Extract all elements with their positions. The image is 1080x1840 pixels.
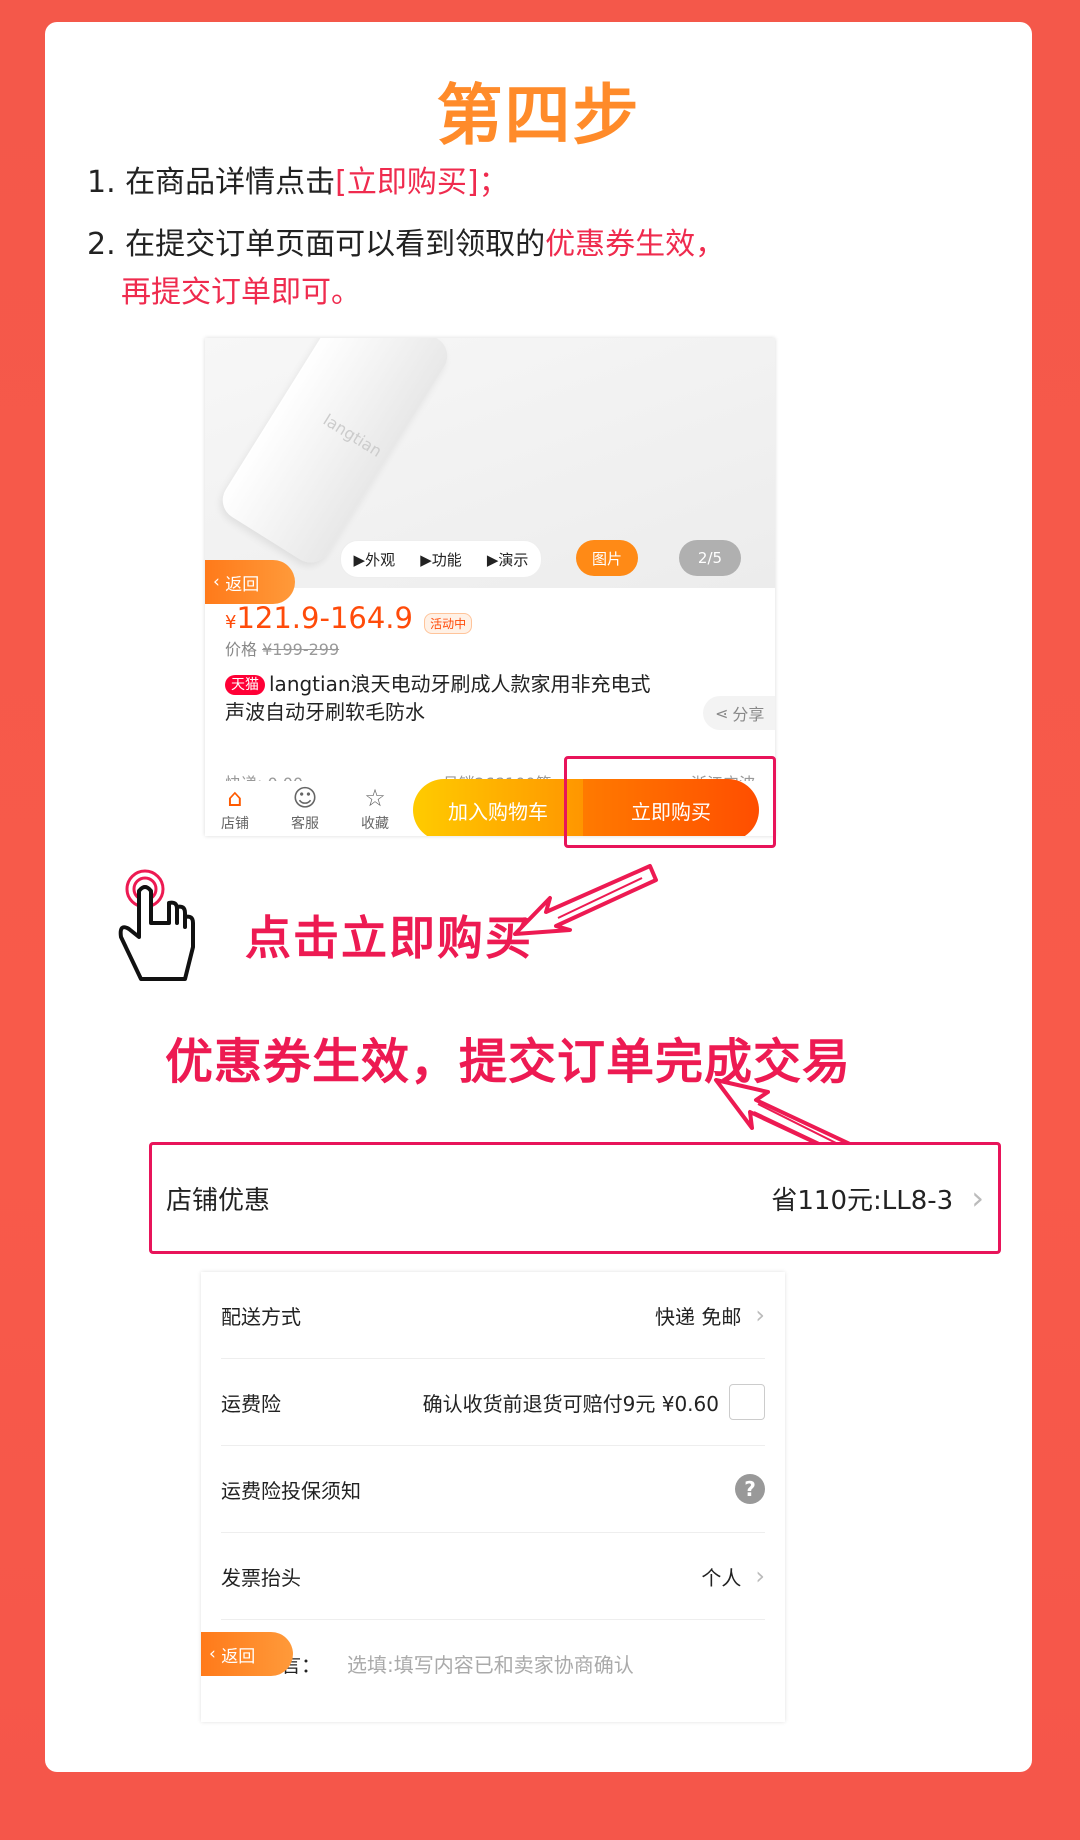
image-counter: 2/5 bbox=[679, 540, 741, 576]
original-price: 价格 ¥199-299 bbox=[225, 636, 339, 660]
favorite-button[interactable]: ☆ 收藏 bbox=[350, 783, 400, 833]
order-page-screenshot: 配送方式 快递 免邮 › 运费险 确认收货前退货可赔付9元 ¥0.60 运费险投保… bbox=[201, 1272, 785, 1722]
chevron-right-icon: › bbox=[755, 1562, 765, 1590]
currency-symbol: ¥ bbox=[225, 612, 237, 633]
instruction-line-3: 再提交订单即可。 bbox=[121, 275, 361, 310]
question-icon[interactable]: ? bbox=[735, 1474, 765, 1504]
instruction-text: 1. 在商品详情点击 bbox=[87, 165, 336, 200]
price-value: 121.9-164.9 bbox=[236, 601, 413, 635]
add-to-cart-button[interactable]: 加入购物车 bbox=[413, 779, 583, 836]
store-icon: ⌂ bbox=[227, 784, 243, 812]
row-label: 运费险投保须知 bbox=[221, 1478, 361, 1503]
delivery-method-row[interactable]: 配送方式 快递 免邮 › bbox=[221, 1272, 765, 1359]
tab-appearance[interactable]: ▶外观 bbox=[354, 549, 396, 570]
customer-service-button[interactable]: ☺ 客服 bbox=[280, 783, 330, 833]
instruction-line-1: 1. 在商品详情点击[立即购买]； bbox=[87, 160, 509, 206]
back-label: 返回 bbox=[225, 574, 260, 595]
back-button[interactable]: ‹ 返回 bbox=[201, 1632, 293, 1676]
activity-badge: 活动中 bbox=[424, 613, 473, 634]
insurance-checkbox[interactable] bbox=[729, 1384, 765, 1420]
click-buy-callout: 点击立即购买 bbox=[245, 911, 533, 965]
shipping-insurance-row: 运费险 确认收货前退货可赔付9元 ¥0.60 bbox=[221, 1359, 765, 1446]
favorite-label: 收藏 bbox=[361, 816, 389, 832]
back-button[interactable]: ‹ 返回 bbox=[205, 560, 295, 604]
share-icon: ⋖ bbox=[715, 703, 729, 723]
toothbrush-image bbox=[215, 338, 455, 571]
tab-demo[interactable]: ▶演示 bbox=[487, 549, 529, 570]
back-label: 返回 bbox=[221, 1646, 256, 1667]
chevron-right-icon: › bbox=[971, 1179, 984, 1217]
step-title: 第四步 bbox=[436, 76, 641, 154]
arrow-icon bbox=[513, 864, 658, 936]
store-label: 店铺 bbox=[221, 816, 249, 832]
product-title: 天猫 langtian浪天电动牙刷成人款家用非充电式声波自动牙刷软毛防水 bbox=[225, 670, 665, 726]
invoice-title-row[interactable]: 发票抬头 个人 › bbox=[221, 1533, 765, 1620]
row-value: 个人 bbox=[701, 1565, 742, 1590]
buyer-message-row: 买家留言： 选填:填写内容已和卖家协商确认 bbox=[221, 1620, 765, 1706]
row-label: 配送方式 bbox=[221, 1304, 301, 1329]
row-label: 发票抬头 bbox=[221, 1565, 301, 1590]
tab-function[interactable]: ▶功能 bbox=[420, 549, 462, 570]
hand-pointer-icon bbox=[118, 869, 195, 981]
buyer-message-input[interactable]: 选填:填写内容已和卖家协商确认 bbox=[347, 1649, 634, 1678]
store-button[interactable]: ⌂ 店铺 bbox=[210, 783, 260, 833]
share-button[interactable]: ⋖ 分享 bbox=[703, 696, 775, 730]
instruction-card: 第四步 1. 在商品详情点击[立即购买]； 2. 在提交订单页面可以看到领取的优… bbox=[45, 22, 1032, 1772]
chevron-right-icon: › bbox=[755, 1301, 765, 1329]
original-price-label: 价格 bbox=[225, 640, 258, 659]
instruction-text: 2. 在提交订单页面可以看到领取的 bbox=[87, 227, 546, 262]
store-discount-row[interactable]: 店铺优惠 省110元:LL8-3 › bbox=[149, 1142, 1001, 1254]
row-value: 快递 免邮 bbox=[655, 1304, 742, 1329]
media-tabs: ▶外观 ▶功能 ▶演示 bbox=[340, 540, 542, 578]
tmall-badge: 天猫 bbox=[225, 675, 265, 695]
store-discount-value: 省110元:LL8-3 bbox=[771, 1185, 954, 1216]
original-price-value: ¥199-299 bbox=[262, 640, 340, 659]
insurance-notice-row[interactable]: 运费险投保须知 ? bbox=[221, 1446, 765, 1533]
product-title-text: langtian浪天电动牙刷成人款家用非充电式声波自动牙刷软毛防水 bbox=[225, 672, 651, 724]
tab-pictures[interactable]: 图片 bbox=[576, 540, 638, 576]
share-label: 分享 bbox=[732, 705, 765, 724]
star-icon: ☆ bbox=[364, 784, 386, 812]
row-value: 确认收货前退货可赔付9元 ¥0.60 bbox=[422, 1391, 719, 1416]
price-row: ¥121.9-164.9 活动中 bbox=[225, 601, 473, 635]
chevron-left-icon: ‹ bbox=[213, 572, 226, 592]
instruction-line-2: 2. 在提交订单页面可以看到领取的优惠券生效， bbox=[87, 222, 725, 268]
chevron-left-icon: ‹ bbox=[209, 1644, 222, 1664]
service-label: 客服 bbox=[291, 816, 319, 832]
buy-now-highlight-box bbox=[564, 756, 776, 848]
row-label: 运费险 bbox=[221, 1391, 281, 1416]
instruction-highlight: 优惠券生效， bbox=[545, 227, 726, 262]
instruction-highlight: [立即购买]； bbox=[335, 165, 509, 200]
store-discount-label: 店铺优惠 bbox=[166, 1185, 271, 1216]
service-icon: ☺ bbox=[292, 784, 318, 812]
